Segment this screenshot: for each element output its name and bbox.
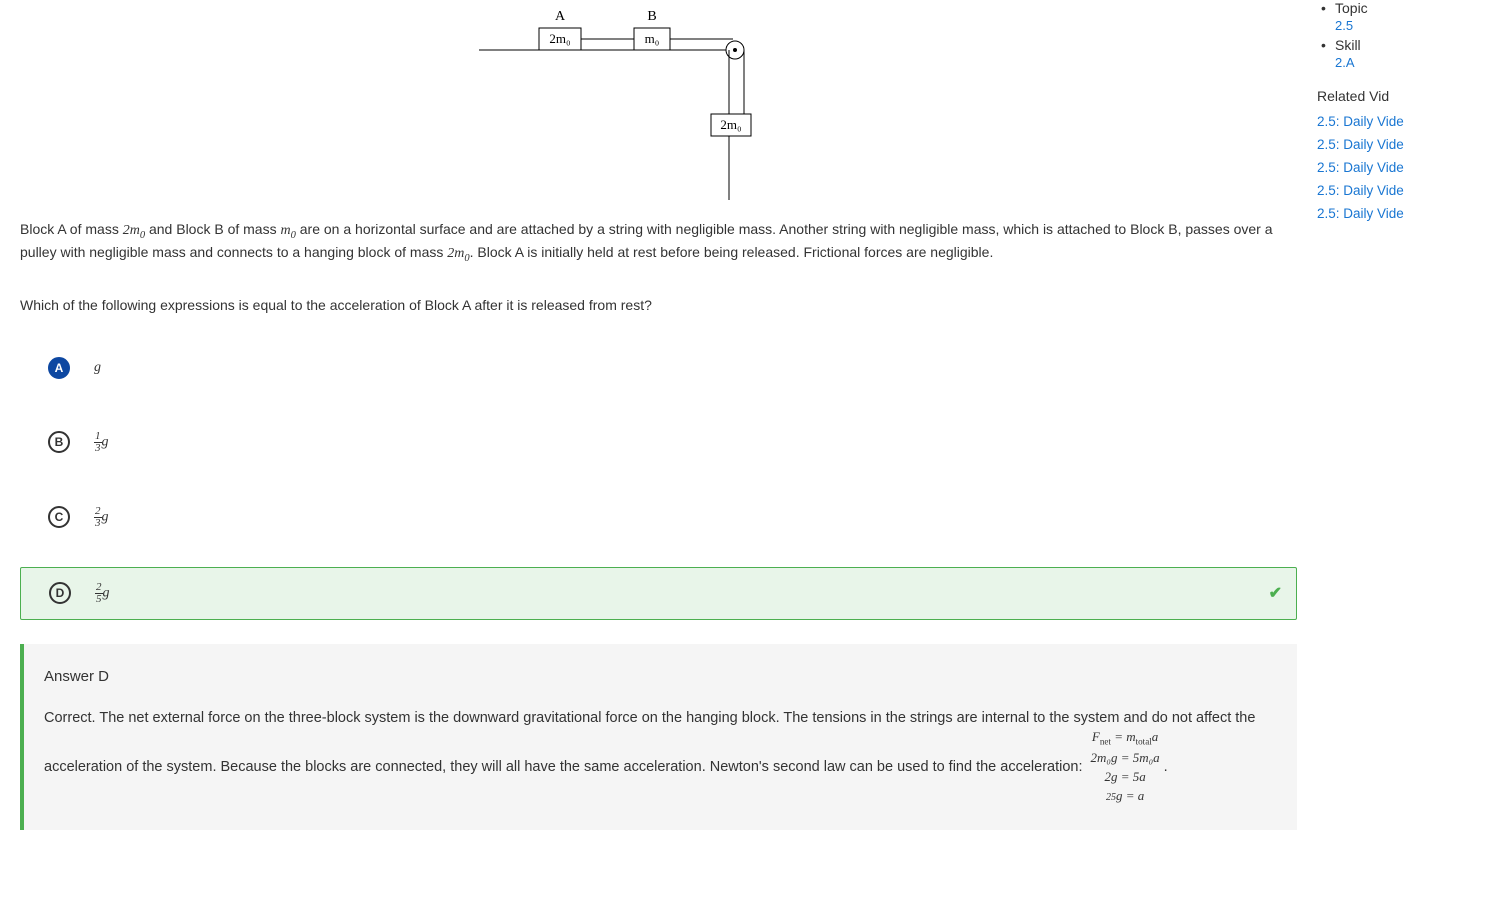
explanation-title: Answer D — [44, 668, 1277, 685]
video-link-4[interactable]: 2.5: Daily Vide — [1317, 206, 1487, 221]
option-a-content: g — [94, 360, 101, 376]
option-c-letter: C — [48, 506, 70, 528]
video-link-3[interactable]: 2.5: Daily Vide — [1317, 183, 1487, 198]
video-link-0[interactable]: 2.5: Daily Vide — [1317, 114, 1487, 129]
video-link-1[interactable]: 2.5: Daily Vide — [1317, 137, 1487, 152]
sidebar-skill: Skill 2.A — [1317, 37, 1487, 70]
option-c[interactable]: C 23g — [32, 492, 1297, 543]
topic-label: Topic — [1335, 0, 1487, 16]
explanation-box: Answer D Correct. The net external force… — [20, 644, 1297, 830]
block-b-mass: m₀ — [644, 31, 659, 46]
sidebar: Topic 2.5 Skill 2.A Related Vid 2.5: Dai… — [1317, 0, 1497, 830]
block-a-mass: 2m₀ — [549, 31, 570, 46]
related-videos-title: Related Vid — [1317, 88, 1487, 104]
option-d-content: 25g — [95, 582, 110, 605]
answer-options: A g B 13g C 23g D 25g ✔ — [20, 343, 1297, 620]
option-b-letter: B — [48, 431, 70, 453]
video-link-2[interactable]: 2.5: Daily Vide — [1317, 160, 1487, 175]
topic-value[interactable]: 2.5 — [1335, 18, 1487, 33]
explanation-body: Correct. The net external force on the t… — [44, 709, 1277, 806]
check-icon: ✔ — [1269, 583, 1282, 603]
hanging-mass: 2m₀ — [720, 117, 741, 132]
option-d[interactable]: D 25g ✔ — [20, 567, 1297, 620]
option-a[interactable]: A g — [32, 343, 1297, 393]
option-b-content: 13g — [94, 431, 109, 454]
option-c-content: 23g — [94, 506, 109, 529]
problem-statement: Block A of mass 2m0 and Block B of mass … — [20, 220, 1297, 267]
physics-diagram: A 2m₀ B m₀ 2m₀ — [20, 0, 1297, 220]
question-text: Which of the following expressions is eq… — [20, 297, 1297, 313]
skill-value[interactable]: 2.A — [1335, 55, 1487, 70]
sidebar-topic: Topic 2.5 — [1317, 0, 1487, 33]
option-a-letter: A — [48, 357, 70, 379]
option-b[interactable]: B 13g — [32, 417, 1297, 468]
option-d-letter: D — [49, 582, 71, 604]
skill-label: Skill — [1335, 37, 1487, 53]
block-a-label: A — [554, 9, 565, 24]
block-b-label: B — [647, 9, 656, 24]
